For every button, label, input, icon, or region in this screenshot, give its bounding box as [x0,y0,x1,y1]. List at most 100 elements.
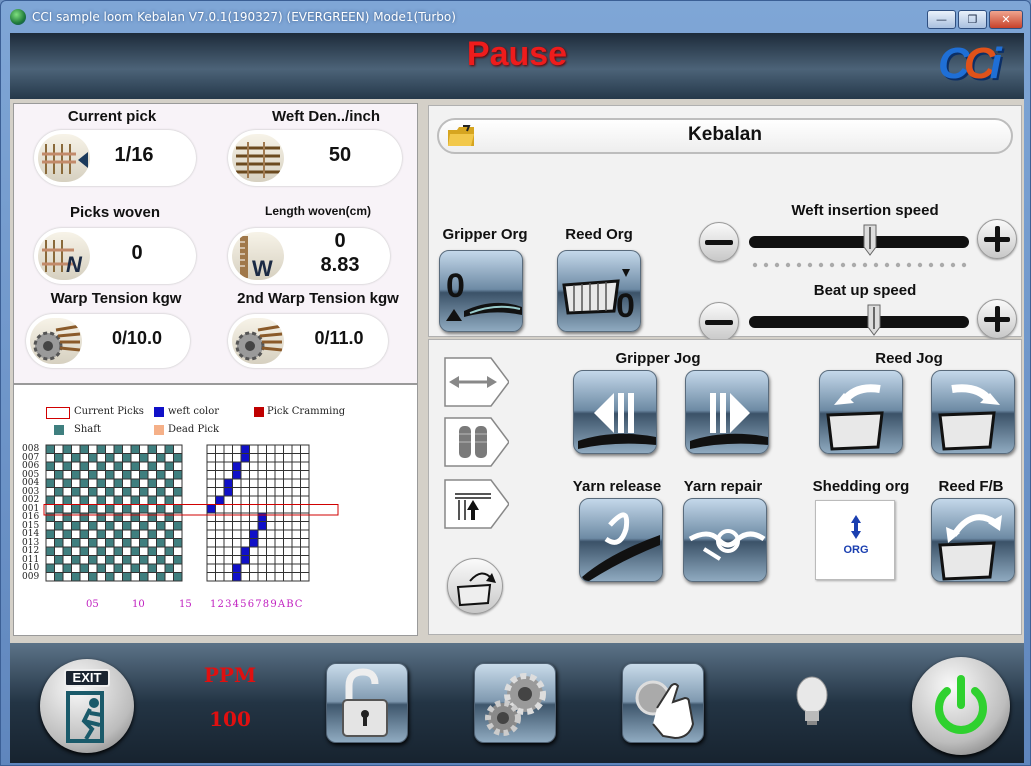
file-name-bar[interactable]: Kebalan [437,118,1013,154]
shaft-cell [96,453,106,463]
gripper-org-button[interactable]: 0 [439,250,523,332]
shaft-cell [71,478,81,488]
shaft-cell [122,487,132,497]
shaft-cell [71,495,81,505]
shaft-cell [54,504,64,514]
weft-cell [291,461,301,471]
yarn-spools-icon[interactable] [443,414,509,470]
weft-cell [266,487,276,497]
shaft-cell [71,555,81,565]
reed-jog-forward-button[interactable] [931,370,1015,454]
shaft-cell [71,444,81,454]
weft-cell [206,521,216,531]
manual-operation-button[interactable] [622,663,704,743]
weft-cell [240,512,250,522]
weft-cell [223,529,233,539]
shaft-cell [122,538,132,548]
shaft-cell [156,512,166,522]
shaft-cell [79,495,89,505]
picks-woven-display[interactable]: N 0 [34,228,196,284]
speed-tick-dot [884,262,890,268]
beat-speed-slider-thumb[interactable] [866,303,882,337]
weft-cell [274,563,284,573]
take-up-arrow-icon[interactable] [443,476,509,532]
weft-speed-slider-thumb[interactable] [862,223,878,257]
shaft-cell [88,572,98,582]
yarn-release-button[interactable] [579,498,663,582]
minimize-button[interactable]: — [927,10,956,29]
exit-button[interactable]: EXIT [40,659,134,753]
shaft-cell [113,521,123,531]
jog-mode-arrows-icon[interactable] [443,354,509,410]
shaft-cell [156,572,166,582]
shaft-cell [96,470,106,480]
reed-return-button[interactable] [447,558,503,614]
shaft-cell [147,512,157,522]
power-button[interactable] [912,657,1010,755]
beat-speed-plus-button[interactable] [977,299,1017,339]
shaft-cell [113,529,123,539]
weft-cell [232,555,242,565]
shaft-cell [105,546,115,556]
shaft-cell [105,563,115,573]
shaft-cell [54,529,64,539]
beat-speed-minus-button[interactable] [699,302,739,342]
shaft-cell [62,521,72,531]
shaft-cell [62,504,72,514]
length-woven-display[interactable]: W 0 8.83 [228,228,390,284]
machine-status: Pause [466,35,568,73]
shedding-org-button[interactable]: ORG [815,500,895,580]
shaft-cell [88,461,98,471]
shaft-cell [147,487,157,497]
current-pick-display[interactable]: 1/16 [34,130,196,186]
weft-color-mark [241,547,249,555]
weft-cell [300,538,310,548]
reed-fb-button[interactable] [931,498,1015,582]
unlock-button[interactable] [326,663,408,743]
warp-tension-display[interactable]: 0/10.0 [26,314,190,368]
shaft-cell [71,538,81,548]
weft-cell [232,546,242,556]
weft-density-display[interactable]: 50 [228,130,402,186]
weft-speed-plus-button[interactable] [977,219,1017,259]
weft-cell [206,563,216,573]
reed-org-button[interactable]: 0 [557,250,641,332]
shaft-cell [45,487,55,497]
shaft-cell [71,529,81,539]
shaft-cell [96,563,106,573]
gripper-jog-back-button[interactable] [573,370,657,454]
settings-button[interactable] [474,663,556,743]
warp-tension2-display[interactable]: 0/11.0 [228,314,388,368]
weft-cell [249,563,259,573]
yarn-repair-button[interactable] [683,498,767,582]
weft-cell [266,461,276,471]
maximize-button[interactable]: ❐ [958,10,987,29]
weft-color-mark [233,462,241,470]
weft-speed-slider-track[interactable] [749,236,969,248]
weft-cell [232,529,242,539]
weft-cell [206,461,216,471]
weft-cell [223,444,233,454]
weft-cell [283,504,293,514]
shaft-cell [164,529,174,539]
shaft-cell [122,495,132,505]
shaft-cell [156,487,166,497]
shaft-cell [147,521,157,531]
shaft-cell [113,504,123,514]
plus-icon-v [995,306,1000,332]
weft-cell [274,495,284,505]
weft-cell [215,529,225,539]
close-button[interactable]: ✕ [989,10,1023,29]
shaft-cell [139,461,149,471]
weft-speed-minus-button[interactable] [699,222,739,262]
weft-cell [300,487,310,497]
reed-jog-back-button[interactable] [819,370,903,454]
reed-org-label: Reed Org [565,226,633,243]
shaft-cell [173,555,183,565]
weft-color-mark [241,445,249,453]
shaft-cell [156,546,166,556]
gripper-jog-forward-button[interactable] [685,370,769,454]
shaft-cell [173,453,183,463]
shaft-cell [96,555,106,565]
beat-speed-slider-track[interactable] [749,316,969,328]
